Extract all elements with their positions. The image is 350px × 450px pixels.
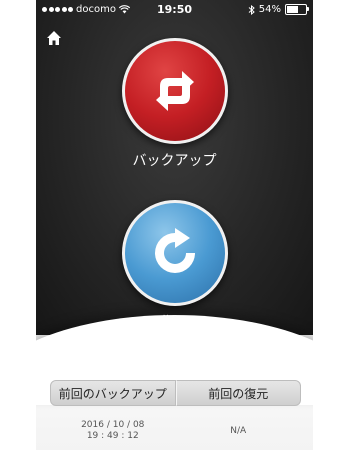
history-buttons: 前回のバックアップ 前回の復元 xyxy=(50,380,301,406)
restore-action[interactable]: 復元 xyxy=(36,200,313,332)
status-bar: docomo 19:50 54% xyxy=(36,0,313,20)
bluetooth-icon xyxy=(248,4,255,15)
last-restore-button[interactable]: 前回の復元 xyxy=(175,380,301,406)
status-right: 54% xyxy=(248,4,309,15)
last-backup-date: 2016 / 10 / 08 xyxy=(81,420,145,430)
sync-arrows-icon xyxy=(155,71,194,111)
last-backup-button[interactable]: 前回のバックアップ xyxy=(50,380,176,406)
battery-fill xyxy=(287,6,298,13)
last-restore-info: N/A xyxy=(230,426,247,436)
last-backup-info: 2016 / 10 / 08 19 : 49 : 12 xyxy=(50,420,176,442)
backup-button[interactable] xyxy=(121,38,228,144)
last-backup-time: 19 : 49 : 12 xyxy=(86,431,139,441)
backup-action[interactable]: バックアップ xyxy=(36,38,313,170)
restore-button[interactable] xyxy=(121,200,228,306)
backup-label: バックアップ xyxy=(132,153,217,169)
refresh-arrow-icon xyxy=(154,228,195,273)
battery-percent: 54% xyxy=(258,4,281,15)
battery-icon xyxy=(285,4,309,15)
history-info: 2016 / 10 / 08 19 : 49 : 12 N/A xyxy=(50,420,301,442)
restore-label: 復元 xyxy=(160,315,189,331)
app-screen: docomo 19:50 54% バックアップ 復元 前回のバックアップ 前回の… xyxy=(36,0,313,450)
